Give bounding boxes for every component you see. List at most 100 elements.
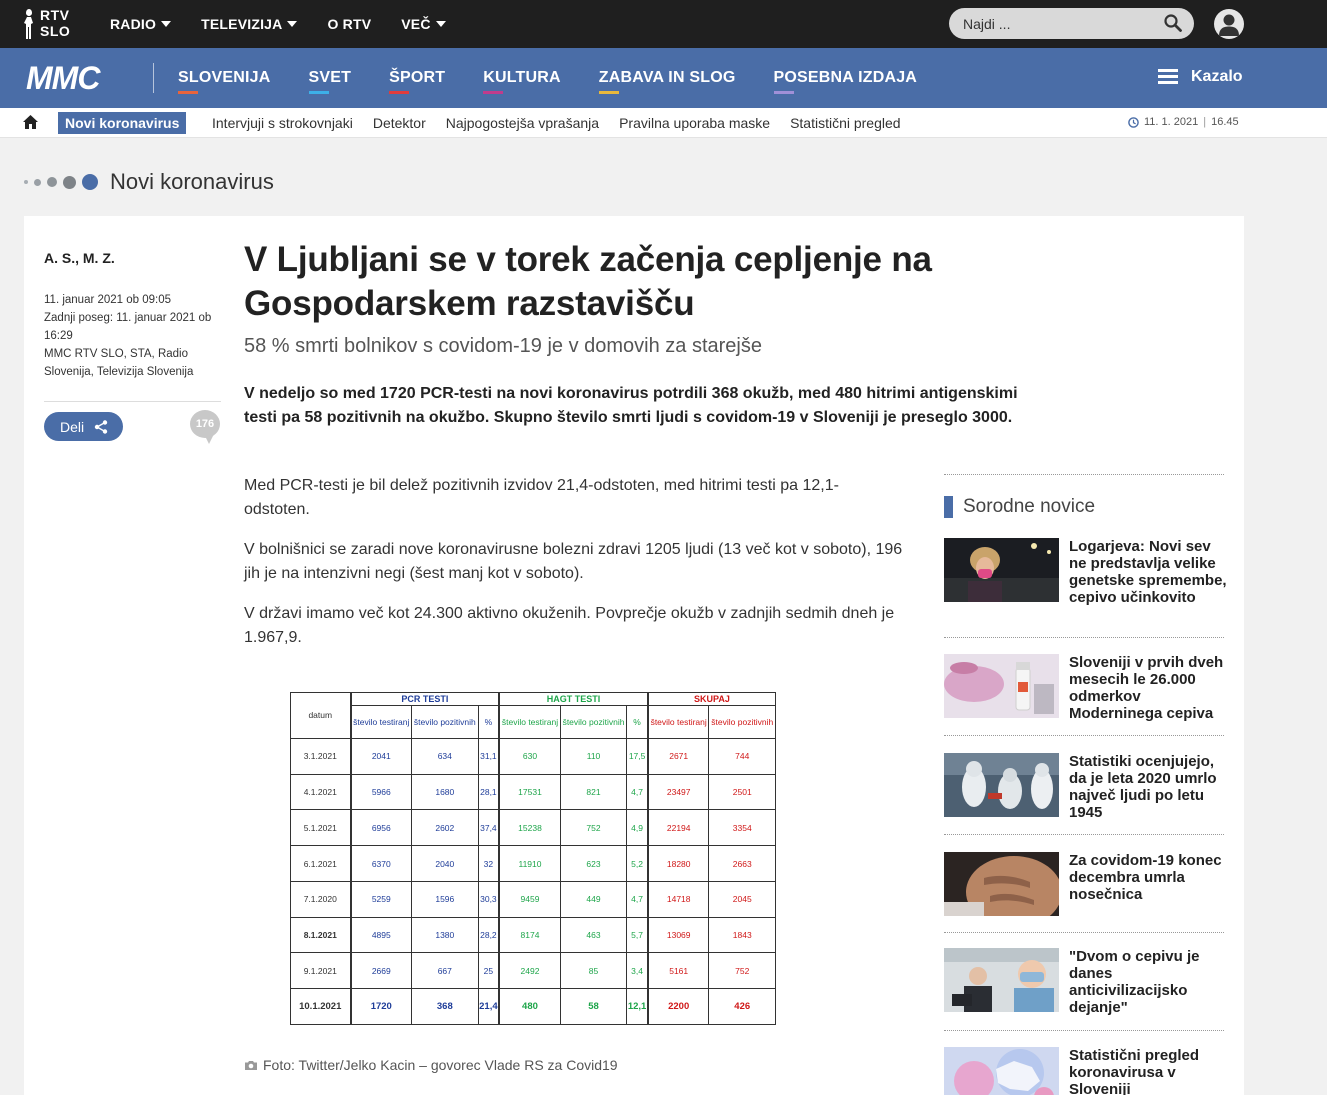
- table-cell: 752: [708, 952, 776, 990]
- table-cell: 744: [708, 737, 776, 775]
- date-text: 11. 1. 2021: [1144, 116, 1199, 128]
- table-cell: 37,4: [477, 809, 500, 847]
- nav-sport-label: ŠPORT: [389, 69, 446, 86]
- search-icon[interactable]: [1164, 14, 1182, 32]
- related-title: Za covidom-19 konec decembra umrla noseč…: [1069, 852, 1222, 903]
- related-thumbnail: [944, 1047, 1059, 1095]
- section-dots-icon: [24, 174, 104, 190]
- search-input[interactable]: [949, 8, 1159, 39]
- table-cell: 17531: [498, 773, 561, 811]
- table-cell: 1680: [411, 773, 479, 811]
- home-icon[interactable]: [23, 115, 38, 129]
- related-title: Logarjeva: Novi sev ne predstavlja velik…: [1069, 538, 1227, 606]
- related-title: "Dvom o cepivu je danes anticivilizacijs…: [1069, 948, 1200, 1016]
- nav-kultura-label: KULTURA: [483, 69, 561, 86]
- article-panel: A. S., M. Z. 11. januar 2021 ob 09:05 Za…: [24, 216, 1244, 1095]
- nav-svet[interactable]: SVET: [308, 69, 352, 94]
- datetime-separator: |: [1203, 116, 1207, 128]
- table-subheader: %: [626, 705, 649, 739]
- caption-text: Foto: Twitter/Jelko Kacin – govorec Vlad…: [263, 1057, 618, 1073]
- main-nav-bar: MMC SLOVENIJA SVET ŠPORT KULTURA ZABAVA …: [0, 48, 1327, 108]
- table-cell: 426: [708, 988, 776, 1025]
- table-row: 4.1.2021 5966 1680 28,1 17531 821 4,7 23497 2501: [290, 773, 776, 811]
- subnav-maske[interactable]: Pravilna uporaba maske: [619, 115, 770, 131]
- user-avatar-button[interactable]: [1214, 9, 1244, 39]
- table-cell: 5966: [349, 773, 413, 811]
- related-thumbnail: [944, 852, 1059, 916]
- table-cell: 32: [477, 845, 500, 882]
- published-date: 11. januar 2021 ob 09:05: [44, 294, 172, 306]
- nav-posebna-izdaja[interactable]: POSEBNA IZDAJA: [773, 69, 918, 94]
- table-cell: 5161: [646, 952, 710, 990]
- logo-line2: SLO: [40, 23, 71, 39]
- table-cell: 22194: [646, 809, 710, 847]
- mmc-logo[interactable]: MMC: [26, 62, 100, 94]
- article-paragraph: V državi imamo več kot 24.300 aktivno ok…: [244, 605, 895, 646]
- table-subheader: število testiranj: [498, 705, 561, 739]
- meta-divider: [44, 401, 221, 402]
- table-cell: 58: [559, 988, 628, 1025]
- related-title: Statistiki ocenjujejo, da je leta 2020 u…: [1069, 753, 1217, 821]
- subnav-statisticni-pregled[interactable]: Statistični pregled: [790, 115, 901, 131]
- table-cell: 3,4: [626, 952, 649, 990]
- table-body: 3.1.2021 2041 634 31,1 630 110 17,5 2671 744 4.1.…: [290, 737, 776, 1025]
- table-cell: 31,1: [477, 737, 500, 775]
- table-cell: 2041: [349, 737, 413, 775]
- table-group-pcr: PCR TESTI: [349, 691, 500, 707]
- table-subheader: število pozitivnih: [559, 705, 628, 739]
- topnav-televizija[interactable]: TELEVIZIJA: [201, 16, 298, 32]
- kazalo-menu-button[interactable]: Kazalo: [1158, 68, 1243, 86]
- rtv-slo-logo[interactable]: RTV SLO: [24, 7, 74, 41]
- chevron-down-icon: [287, 21, 298, 27]
- topnav-vec[interactable]: VEČ: [401, 16, 446, 32]
- table-cell: 8174: [498, 916, 561, 954]
- subnav-detektor[interactable]: Detektor: [373, 115, 426, 131]
- chevron-down-icon: [435, 21, 446, 27]
- clock-icon: [1128, 116, 1139, 128]
- nav-sport[interactable]: ŠPORT: [389, 69, 446, 94]
- chevron-down-icon: [161, 21, 172, 27]
- topnav-o-rtv-label: O RTV: [327, 16, 372, 32]
- nav-kultura[interactable]: KULTURA: [483, 69, 561, 94]
- topnav-o-rtv[interactable]: O RTV: [327, 16, 371, 32]
- nav-underline: [178, 91, 198, 94]
- top-nav: RADIO TELEVIZIJA O RTV VEČ: [110, 0, 476, 48]
- section-title[interactable]: Novi koronavirus: [110, 169, 274, 195]
- comment-bubble-tail: [204, 434, 214, 444]
- subnav-novi-koronavirus[interactable]: Novi koronavirus: [58, 112, 187, 134]
- related-divider: [944, 932, 1224, 933]
- testing-table-image[interactable]: datum PCR TESTI HAGT TESTI SKUPAJ števil…: [290, 691, 776, 1025]
- table-cell: 4895: [349, 916, 413, 954]
- subnav-vprasanja[interactable]: Najpogostejša vprašanja: [446, 115, 599, 131]
- related-heading-text: Sorodne novice: [963, 496, 1096, 517]
- nav-slovenija[interactable]: SLOVENIJA: [178, 69, 271, 94]
- nav-underline: [389, 91, 410, 94]
- table-cell: 4,7: [626, 880, 649, 918]
- table-cell-date: 3.1.2021: [290, 737, 351, 775]
- table-cell: 1596: [411, 880, 479, 918]
- nav-underline: [308, 91, 329, 94]
- table-cell: 9459: [498, 880, 561, 918]
- table-cell: 5,2: [626, 845, 649, 882]
- table-cell: 23497: [646, 773, 710, 811]
- table-cell: 1380: [411, 916, 479, 954]
- table-cell: 25: [477, 952, 500, 990]
- topnav-radio[interactable]: RADIO: [110, 16, 172, 32]
- related-title: Statistični pregled koronavirusa v Slove…: [1069, 1047, 1200, 1095]
- table-cell: 2669: [349, 952, 413, 990]
- share-button[interactable]: Deli: [44, 412, 123, 441]
- table-subheader: število pozitivnih: [708, 705, 776, 739]
- hamburger-icon: [1158, 69, 1178, 85]
- comments-count-button[interactable]: 176: [190, 410, 220, 446]
- related-thumbnail: [944, 753, 1059, 817]
- article-meta: 11. januar 2021 ob 09:05 Zadnji poseg: 1…: [44, 291, 224, 381]
- nav-underline: [598, 91, 619, 94]
- table-cell: 634: [411, 737, 479, 775]
- table-cell: 2602: [411, 809, 479, 847]
- table-cell: 2040: [411, 845, 479, 882]
- table-header-date: datum: [290, 692, 351, 739]
- logo-divider: [153, 63, 154, 93]
- table-cell: 6370: [349, 845, 413, 882]
- nav-zabava-in-slog[interactable]: ZABAVA IN SLOG: [598, 69, 736, 94]
- subnav-intervjuji[interactable]: Intervjuji s strokovnjaki: [212, 115, 353, 131]
